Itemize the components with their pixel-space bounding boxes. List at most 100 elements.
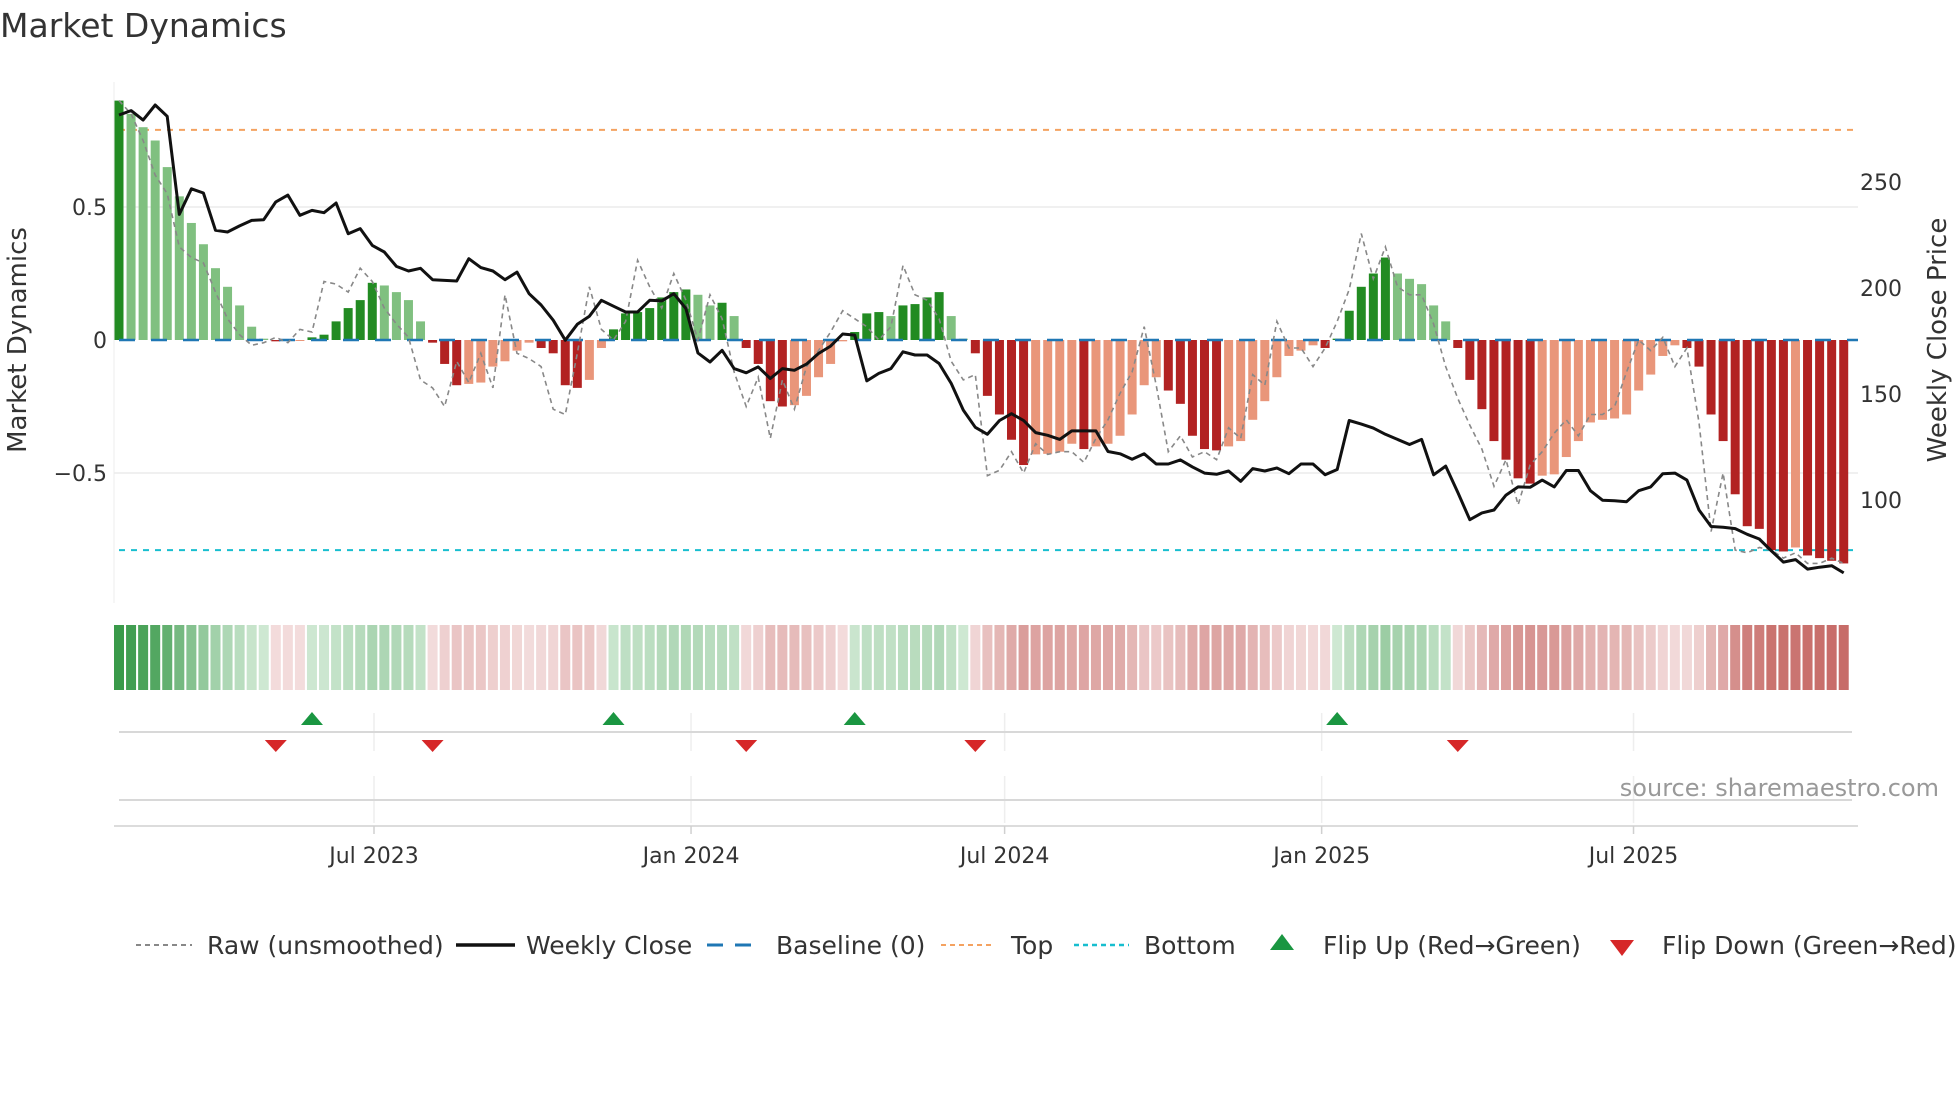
flip-down-marker bbox=[735, 740, 758, 752]
legend-label: Flip Down (Green→Red) bbox=[1662, 931, 1957, 960]
heat-strip-cell bbox=[753, 625, 764, 690]
dynamics-bar bbox=[186, 222, 196, 340]
heat-strip-cell bbox=[331, 625, 342, 690]
heat-strip-cell bbox=[1464, 625, 1475, 690]
heat-strip-cell bbox=[536, 625, 547, 690]
dynamics-bar bbox=[524, 340, 534, 343]
heat-strip-cell bbox=[1090, 625, 1101, 690]
dynamics-bar bbox=[657, 297, 667, 340]
heat-strip-cell bbox=[1404, 625, 1415, 690]
dynamics-bar bbox=[789, 340, 799, 406]
heat-strip-cell bbox=[138, 625, 149, 690]
market-dynamics-chart: 0.5 0 −0.5 250 200 150 100 Market Dynamics Weekl… bbox=[3, 82, 1957, 960]
heat-strip-cell bbox=[1669, 625, 1680, 690]
heat-strip-cell bbox=[1645, 625, 1656, 690]
heat-strip-cell bbox=[958, 625, 969, 690]
dynamics-bar bbox=[162, 167, 172, 340]
dynamics-bar bbox=[1344, 310, 1354, 340]
dynamics-bar bbox=[198, 244, 208, 340]
heat-strip-cell bbox=[246, 625, 257, 690]
heat-strip-cell bbox=[970, 625, 981, 690]
dynamics-bar bbox=[1670, 340, 1680, 346]
dynamics-bar bbox=[1465, 340, 1475, 380]
dynamics-bar bbox=[621, 313, 631, 340]
dynamics-bar bbox=[1248, 340, 1258, 420]
heat-strip-cell bbox=[1476, 625, 1487, 690]
y2-tick-label: 100 bbox=[1860, 489, 1902, 514]
dynamics-bar bbox=[934, 292, 944, 340]
heat-strip-cell bbox=[885, 625, 896, 690]
dynamics-bar bbox=[174, 196, 184, 340]
heat-strip-cell bbox=[524, 625, 535, 690]
heat-strip-cell bbox=[861, 625, 872, 690]
legend-label: Raw (unsmoothed) bbox=[207, 931, 444, 960]
legend-flip-down-icon bbox=[1610, 940, 1634, 956]
heat-strip-cell bbox=[1187, 625, 1198, 690]
legend-label: Weekly Close bbox=[526, 931, 692, 960]
heat-strip-cell bbox=[1561, 625, 1572, 690]
dynamics-bar bbox=[633, 312, 643, 340]
heat-strip-cell bbox=[1380, 625, 1391, 690]
dynamics-bar bbox=[1380, 257, 1390, 340]
heat-strip-cell bbox=[1730, 625, 1741, 690]
heat-strip-cell bbox=[717, 625, 728, 690]
dynamics-bar bbox=[548, 340, 558, 354]
heat-strip-cell bbox=[1693, 625, 1704, 690]
heat-strip-cell bbox=[692, 625, 703, 690]
dynamics-bar bbox=[1163, 340, 1173, 391]
dynamics-bar bbox=[645, 308, 655, 340]
heat-strip-cell bbox=[403, 625, 414, 690]
y-axis-label: Market Dynamics bbox=[3, 227, 33, 453]
dynamics-bar bbox=[1187, 340, 1197, 436]
heat-strip-cell bbox=[282, 625, 293, 690]
heat-strip-cell bbox=[1103, 625, 1114, 690]
heat-strip-cell bbox=[367, 625, 378, 690]
heat-strip-cell bbox=[789, 625, 800, 690]
heat-strip-cell bbox=[596, 625, 607, 690]
dynamics-bar bbox=[1392, 273, 1402, 340]
heat-strip-cell bbox=[1814, 625, 1825, 690]
dynamics-bar bbox=[705, 305, 715, 340]
heat-strip-cell bbox=[1621, 625, 1632, 690]
dynamics-bar bbox=[1139, 340, 1149, 386]
dynamics-bar bbox=[1067, 340, 1077, 444]
heat-strip-cell bbox=[1283, 625, 1294, 690]
heat-strip-cell bbox=[415, 625, 426, 690]
heat-strip-cell bbox=[1537, 625, 1548, 690]
heat-strip-cell bbox=[1549, 625, 1560, 690]
heat-strip-cell bbox=[1754, 625, 1765, 690]
y2-tick-label: 250 bbox=[1860, 171, 1902, 196]
heat-strip-cell bbox=[813, 625, 824, 690]
dynamics-bar bbox=[1706, 340, 1716, 415]
heat-strip-cell bbox=[704, 625, 715, 690]
heat-strip-cell bbox=[1139, 625, 1150, 690]
dynamics-bar bbox=[1441, 321, 1451, 340]
x-tick-label: Jan 2025 bbox=[1271, 844, 1370, 869]
heat-strip-cell bbox=[162, 625, 173, 690]
dynamics-bar bbox=[1356, 286, 1366, 340]
heat-strip-cell bbox=[1826, 625, 1837, 690]
flip-down-marker bbox=[1446, 740, 1469, 752]
heat-strip-cell bbox=[1742, 625, 1753, 690]
dynamics-bar bbox=[970, 340, 980, 354]
dynamics-bar bbox=[753, 340, 763, 364]
heat-strip-cell bbox=[294, 625, 305, 690]
heat-strip-cell bbox=[922, 625, 933, 690]
dynamics-bar bbox=[1296, 340, 1306, 351]
heat-strip-cell bbox=[1609, 625, 1620, 690]
heat-strip-cell bbox=[1115, 625, 1126, 690]
heat-strip-cell bbox=[982, 625, 993, 690]
heat-strip-cell bbox=[1078, 625, 1089, 690]
heat-strip-cell bbox=[644, 625, 655, 690]
dynamics-bar bbox=[114, 100, 124, 340]
heat-strip-cell bbox=[1223, 625, 1234, 690]
dynamics-bar bbox=[729, 316, 739, 340]
dynamics-bar bbox=[572, 340, 582, 388]
heat-strip-cell bbox=[1344, 625, 1355, 690]
heat-strip-cell bbox=[258, 625, 269, 690]
heat-strip-cell bbox=[1308, 625, 1319, 690]
dynamics-bar bbox=[1598, 340, 1608, 420]
heat-strip-cell bbox=[1054, 625, 1065, 690]
y2-tick-label: 150 bbox=[1860, 383, 1902, 408]
dynamics-bar bbox=[1031, 340, 1041, 455]
